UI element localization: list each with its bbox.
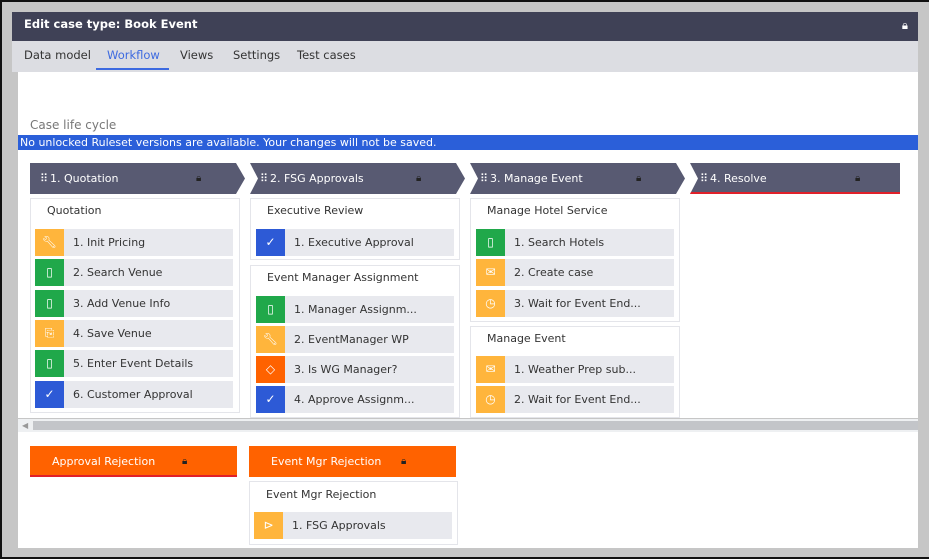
- step[interactable]: ✉︎ 2. Create case: [476, 259, 674, 286]
- step[interactable]: 🔧︎ 2. EventManager WP: [256, 326, 454, 353]
- step[interactable]: ◷ 3. Wait for Event End...: [476, 290, 674, 317]
- stage-header[interactable]: ⠿ 4. Resolve 🔒︎: [690, 163, 900, 194]
- step[interactable]: ✓ 1. Executive Approval: [256, 229, 454, 256]
- process-title[interactable]: Event Manager Assignment: [267, 271, 419, 284]
- step-label: 1. Weather Prep sub...: [514, 363, 636, 376]
- step[interactable]: ▯ 2. Search Venue: [35, 259, 233, 286]
- step-label: 6. Customer Approval: [73, 388, 193, 401]
- change-stage-icon: ⊳: [254, 512, 283, 539]
- clock-icon: ◷: [476, 290, 505, 317]
- stage-label: 3. Manage Event: [490, 172, 583, 185]
- warning-banner: No unlocked Ruleset versions are availab…: [18, 135, 918, 150]
- stage-label: 4. Resolve: [710, 172, 767, 185]
- case-life-cycle-label: Case life cycle: [30, 118, 117, 132]
- process-title[interactable]: Quotation: [47, 204, 101, 217]
- decision-diamond-icon: ◇: [256, 356, 285, 383]
- header-bar: Edit case type: Book Event 🔒︎: [12, 12, 918, 41]
- tab-settings[interactable]: Settings: [233, 48, 280, 62]
- process-title[interactable]: Executive Review: [267, 204, 363, 217]
- check-icon: ✓: [256, 229, 285, 256]
- clipboard-icon: ▯: [476, 229, 505, 256]
- header-title: Edit case type:: [24, 17, 121, 31]
- active-tab-indicator: [96, 68, 169, 70]
- step[interactable]: ▯ 3. Add Venue Info: [35, 290, 233, 317]
- scrollbar-thumb[interactable]: [33, 421, 918, 430]
- clipboard-icon: ▯: [35, 350, 64, 377]
- step[interactable]: ✓ 6. Customer Approval: [35, 381, 233, 408]
- clipboard-icon: ▯: [35, 290, 64, 317]
- step-label: 2. EventManager WP: [294, 333, 409, 346]
- case-name: Book Event: [124, 17, 198, 31]
- tab-bar: Data model Workflow Views Settings Test …: [12, 41, 918, 72]
- briefcase-icon: ✉︎: [476, 259, 505, 286]
- tab-test-cases[interactable]: Test cases: [297, 48, 356, 62]
- scroll-left-icon[interactable]: ◀: [22, 419, 28, 432]
- process-title[interactable]: Manage Hotel Service: [487, 204, 607, 217]
- save-document-icon: ⎘: [35, 320, 64, 347]
- step[interactable]: ▯ 1. Search Hotels: [476, 229, 674, 256]
- check-icon: ✓: [35, 381, 64, 408]
- tab-data-model[interactable]: Data model: [24, 48, 91, 62]
- process-title[interactable]: Manage Event: [487, 332, 566, 345]
- alternate-stage-label: Approval Rejection: [52, 455, 156, 468]
- lock-icon: 🔒︎: [196, 173, 202, 184]
- step-label: 2. Create case: [514, 266, 594, 279]
- step-label: 4. Approve Assignm...: [294, 393, 415, 406]
- stage-label: 1. Quotation: [50, 172, 119, 185]
- process-title[interactable]: Event Mgr Rejection: [266, 488, 376, 501]
- wrench-icon: 🔧︎: [256, 326, 285, 353]
- drag-handle-icon[interactable]: ⠿: [40, 163, 47, 194]
- step[interactable]: ⊳ 1. FSG Approvals: [254, 512, 452, 539]
- alternate-stage-label: Event Mgr Rejection: [271, 455, 382, 468]
- step[interactable]: ▯ 5. Enter Event Details: [35, 350, 233, 377]
- drag-handle-icon[interactable]: ⠿: [700, 163, 708, 194]
- step[interactable]: ◷ 2. Wait for Event End...: [476, 386, 674, 413]
- horizontal-scrollbar[interactable]: ◀: [18, 419, 918, 432]
- step-label: 3. Is WG Manager?: [294, 363, 398, 376]
- wrench-icon: 🔧︎: [35, 229, 64, 256]
- step-label: 2. Search Venue: [73, 266, 163, 279]
- lock-icon: 🔒︎: [855, 173, 861, 184]
- step-label: 1. Manager Assignm...: [294, 303, 417, 316]
- alternate-stage-header[interactable]: Approval Rejection 🔒︎: [30, 446, 237, 477]
- lock-icon: 🔒︎: [401, 456, 407, 467]
- step[interactable]: 🔧︎ 1. Init Pricing: [35, 229, 233, 256]
- step-label: 5. Enter Event Details: [73, 357, 194, 370]
- stage-header[interactable]: ⠿ 2. FSG Approvals 🔒︎: [250, 163, 465, 194]
- step[interactable]: ◇ 3. Is WG Manager?: [256, 356, 454, 383]
- step-label: 4. Save Venue: [73, 327, 152, 340]
- step-label: 1. Init Pricing: [73, 236, 146, 249]
- tab-views[interactable]: Views: [180, 48, 213, 62]
- lock-icon[interactable]: 🔒︎: [902, 18, 908, 33]
- clipboard-icon: ▯: [256, 296, 285, 323]
- step-label: 2. Wait for Event End...: [514, 393, 641, 406]
- stage-header[interactable]: ⠿ 1. Quotation 🔒︎: [30, 163, 245, 194]
- check-icon: ✓: [256, 386, 285, 413]
- clipboard-icon: ▯: [35, 259, 64, 286]
- lock-icon: 🔒︎: [416, 173, 422, 184]
- lock-icon: 🔒︎: [636, 173, 642, 184]
- briefcase-icon: ✉︎: [476, 356, 505, 383]
- lock-icon: 🔒︎: [182, 456, 188, 467]
- stage-header[interactable]: ⠿ 3. Manage Event 🔒︎: [470, 163, 685, 194]
- alternate-stage-header[interactable]: Event Mgr Rejection 🔒︎: [249, 446, 456, 477]
- step-label: 1. Executive Approval: [294, 236, 414, 249]
- clock-icon: ◷: [476, 386, 505, 413]
- step-label: 3. Add Venue Info: [73, 297, 171, 310]
- stage-label: 2. FSG Approvals: [270, 172, 364, 185]
- step[interactable]: ▯ 1. Manager Assignm...: [256, 296, 454, 323]
- step-label: 1. Search Hotels: [514, 236, 605, 249]
- step-label: 1. FSG Approvals: [292, 519, 386, 532]
- drag-handle-icon[interactable]: ⠿: [480, 163, 487, 194]
- step[interactable]: ✉︎ 1. Weather Prep sub...: [476, 356, 674, 383]
- tab-workflow[interactable]: Workflow: [107, 48, 160, 62]
- step[interactable]: ✓ 4. Approve Assignm...: [256, 386, 454, 413]
- drag-handle-icon[interactable]: ⠿: [260, 163, 267, 194]
- step[interactable]: ⎘ 4. Save Venue: [35, 320, 233, 347]
- step-label: 3. Wait for Event End...: [514, 297, 641, 310]
